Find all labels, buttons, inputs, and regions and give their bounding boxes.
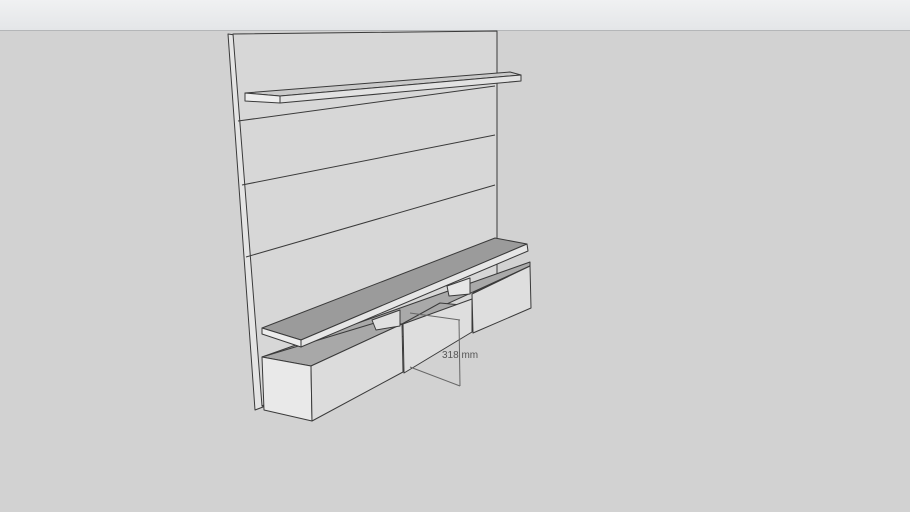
drawer-left-front: [261, 356, 313, 422]
dimension-leader-bottom: [409, 366, 461, 387]
tv-panel-model[interactable]: 318 mm: [0, 0, 910, 512]
dimension-label: 318 mm: [442, 350, 478, 361]
